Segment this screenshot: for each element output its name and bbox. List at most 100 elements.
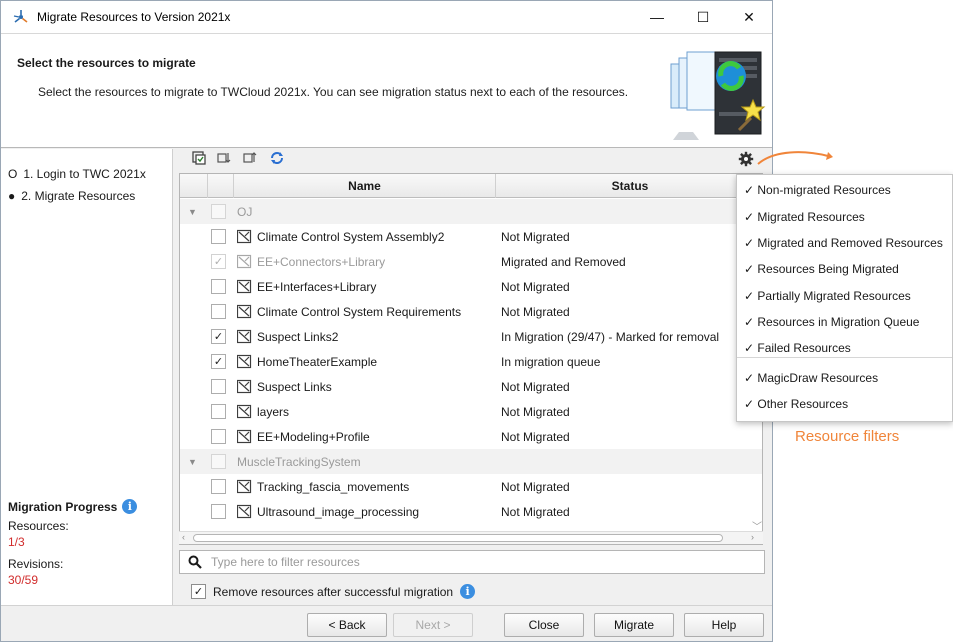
scroll-left-icon[interactable]: ‹ bbox=[182, 532, 185, 542]
select-all-icon[interactable] bbox=[190, 149, 208, 167]
model-resource-icon bbox=[237, 279, 252, 294]
collapse-toggle-icon[interactable]: ▼ bbox=[188, 207, 197, 217]
collapse-all-icon[interactable] bbox=[242, 149, 260, 167]
resource-status: Not Migrated bbox=[501, 279, 570, 294]
close-button[interactable]: Close bbox=[504, 613, 584, 637]
wizard-footer: < Back Next > Close Migrate Help bbox=[1, 605, 772, 641]
resource-name: EE+Modeling+Profile bbox=[257, 429, 370, 444]
resource-status: In Migration (29/47) - Marked for remova… bbox=[501, 329, 720, 344]
scroll-right-icon[interactable]: › bbox=[751, 532, 754, 542]
group-row[interactable]: ▼ MuscleTrackingSystem bbox=[180, 449, 762, 474]
group-row[interactable]: ▼ OJ bbox=[180, 199, 762, 224]
next-button[interactable]: Next > bbox=[393, 613, 473, 637]
refresh-icon[interactable] bbox=[268, 149, 286, 167]
table-row[interactable]: ✓ Suspect Links2 In Migration (29/47) - Ma… bbox=[180, 324, 762, 349]
table-row[interactable]: layers Not Migrated bbox=[180, 399, 762, 424]
row-checkbox[interactable] bbox=[211, 479, 226, 494]
model-resource-icon bbox=[237, 404, 252, 419]
model-resource-icon bbox=[237, 304, 252, 319]
menu-item-magicdraw[interactable]: ✓ MagicDraw Resources bbox=[744, 371, 878, 385]
filter-settings-button[interactable] bbox=[736, 149, 756, 169]
info-icon[interactable]: i bbox=[460, 584, 476, 599]
row-checkbox[interactable] bbox=[211, 304, 226, 319]
row-checkbox[interactable] bbox=[211, 379, 226, 394]
close-window-button[interactable]: ✕ bbox=[726, 1, 772, 33]
step-marker-open: O bbox=[8, 167, 18, 181]
table-row[interactable]: Climate Control System Assembly2 Not Migr… bbox=[180, 224, 762, 249]
minimize-button[interactable]: — bbox=[634, 1, 680, 33]
table-row[interactable]: Ultrasound_image_processing Not Migrated bbox=[180, 499, 762, 524]
model-resource-icon bbox=[237, 329, 252, 344]
scroll-down-icon[interactable]: ﹀ bbox=[752, 518, 762, 533]
resource-name: HomeTheaterExample bbox=[257, 354, 378, 369]
table-row[interactable]: Climate Control System Requirements Not M… bbox=[180, 299, 762, 324]
row-checkbox[interactable] bbox=[211, 504, 226, 519]
wizard-header: Select the resources to migrate Select t… bbox=[1, 33, 772, 148]
table-row[interactable]: EE+Interfaces+Library Not Migrated bbox=[180, 274, 762, 299]
close-icon: ✕ bbox=[743, 8, 755, 25]
migration-progress: Migration Progress i Resources: 1/3 Revi… bbox=[8, 499, 138, 587]
filter-input[interactable] bbox=[211, 555, 731, 569]
resource-status: Not Migrated bbox=[501, 504, 570, 519]
row-checkbox[interactable] bbox=[211, 429, 226, 444]
menu-item-in-queue[interactable]: ✓ Resources in Migration Queue bbox=[744, 315, 919, 329]
horizontal-scrollbar[interactable]: ‹ › bbox=[179, 531, 763, 544]
row-checkbox[interactable] bbox=[211, 229, 226, 244]
row-checkbox[interactable] bbox=[211, 454, 226, 469]
menu-item-other[interactable]: ✓ Other Resources bbox=[744, 397, 848, 411]
scroll-thumb[interactable] bbox=[193, 534, 723, 542]
status-column-header[interactable]: Status bbox=[496, 174, 762, 198]
wizard-steps-panel: O 1. Login to TWC 2021x ● 2. Migrate Res… bbox=[1, 149, 173, 605]
filter-box bbox=[179, 550, 765, 574]
revisions-label: Revisions: bbox=[8, 557, 64, 571]
row-checkbox[interactable] bbox=[211, 279, 226, 294]
page-title: Select the resources to migrate bbox=[17, 56, 196, 70]
menu-item-partially-migrated[interactable]: ✓ Partially Migrated Resources bbox=[744, 289, 911, 303]
resource-status: Not Migrated bbox=[501, 304, 570, 319]
group-name: OJ bbox=[237, 204, 253, 219]
revisions-value: 30/59 bbox=[8, 573, 39, 587]
minimize-icon: — bbox=[650, 9, 664, 25]
model-resource-icon bbox=[237, 429, 252, 444]
resource-name: EE+Interfaces+Library bbox=[257, 279, 377, 294]
info-icon[interactable]: i bbox=[122, 499, 138, 514]
menu-item-failed[interactable]: ✓ Failed Resources bbox=[744, 341, 851, 355]
resource-name: Ultrasound_image_processing bbox=[257, 504, 420, 519]
resource-status: Not Migrated bbox=[501, 429, 570, 444]
row-checkbox[interactable]: ✓ bbox=[211, 329, 226, 344]
remove-after-migration-option[interactable]: ✓ Remove resources after successful migr… bbox=[191, 584, 476, 599]
remove-after-migration-label: Remove resources after successful migrat… bbox=[213, 584, 454, 599]
table-row[interactable]: ✓ HomeTheaterExample In migration queue bbox=[180, 349, 762, 374]
table-row[interactable]: EE+Modeling+Profile Not Migrated bbox=[180, 424, 762, 449]
menu-separator bbox=[737, 357, 952, 358]
remove-after-migration-checkbox[interactable]: ✓ bbox=[191, 584, 206, 599]
name-column-header[interactable]: Name bbox=[234, 174, 496, 198]
menu-item-non-migrated[interactable]: ✓ Non-migrated Resources bbox=[744, 183, 891, 197]
group-name: MuscleTrackingSystem bbox=[237, 454, 361, 469]
progress-title: Migration Progress bbox=[8, 499, 118, 514]
maximize-button[interactable]: ☐ bbox=[680, 1, 726, 33]
collapse-toggle-icon[interactable]: ▼ bbox=[188, 457, 197, 467]
table-row[interactable]: Tracking_fascia_movements Not Migrated bbox=[180, 474, 762, 499]
help-button[interactable]: Help bbox=[684, 613, 764, 637]
model-resource-icon bbox=[237, 504, 252, 519]
menu-item-migrated-removed[interactable]: ✓ Migrated and Removed Resources bbox=[744, 236, 943, 250]
menu-item-migrated[interactable]: ✓ Migrated Resources bbox=[744, 210, 865, 224]
resource-status: Not Migrated bbox=[501, 229, 570, 244]
resource-name: Climate Control System Requirements bbox=[257, 304, 462, 319]
server-migration-illustration bbox=[670, 51, 766, 140]
row-checkbox[interactable] bbox=[211, 204, 226, 219]
resource-name: layers bbox=[257, 404, 290, 419]
table-header: Name Status bbox=[180, 174, 762, 198]
migrate-button[interactable]: Migrate bbox=[594, 613, 674, 637]
back-button[interactable]: < Back bbox=[307, 613, 387, 637]
table-row[interactable]: Suspect Links Not Migrated bbox=[180, 374, 762, 399]
row-checkbox[interactable] bbox=[211, 404, 226, 419]
resource-status: In migration queue bbox=[501, 354, 601, 369]
app-logo-icon bbox=[13, 9, 29, 25]
row-checkbox[interactable]: ✓ bbox=[211, 354, 226, 369]
expand-all-icon[interactable] bbox=[216, 149, 234, 167]
table-row[interactable]: ✓ EE+Connectors+Library Migrated and Remov… bbox=[180, 249, 762, 274]
model-resource-icon bbox=[237, 229, 252, 244]
menu-item-being-migrated[interactable]: ✓ Resources Being Migrated bbox=[744, 262, 899, 276]
